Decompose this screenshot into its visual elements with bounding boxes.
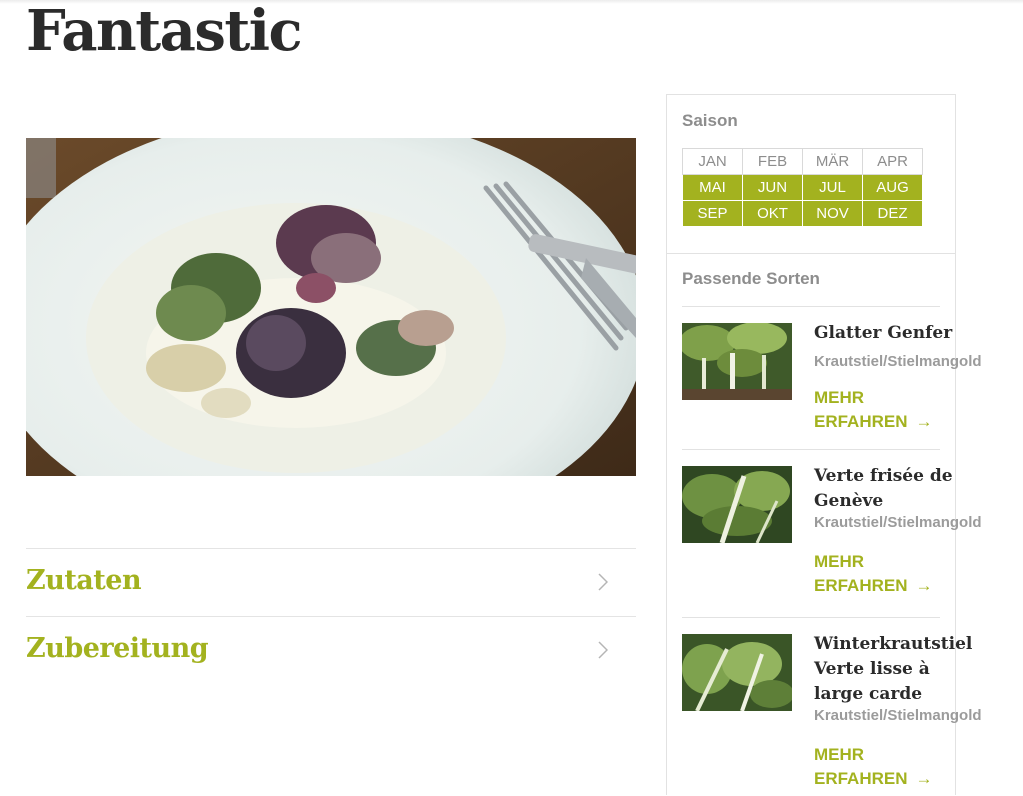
arrow-right-icon: →: [915, 412, 933, 431]
variety-image[interactable]: [682, 323, 792, 400]
more-label-line1: MEHR: [814, 745, 865, 764]
more-label-line1: MEHR: [814, 388, 865, 407]
variety-name[interactable]: Glatter Genfer: [814, 321, 964, 346]
month-cell: SEP: [682, 200, 743, 227]
season-heading: Saison: [682, 111, 738, 130]
month-cell: MÄR: [802, 148, 863, 175]
varieties-heading: Passende Sorten: [682, 269, 820, 288]
variety-type: Krautstiel/Stielmangold: [814, 514, 982, 531]
arrow-right-icon: →: [915, 769, 933, 788]
more-info-link[interactable]: MEHR ERFAHREN →: [814, 550, 933, 598]
more-label-line1: MEHR: [814, 552, 865, 571]
variety-card: Verte frisée de Genève Krautstiel/Stielm…: [682, 449, 982, 618]
recipe-photo: [26, 138, 636, 476]
month-cell: MAI: [682, 174, 743, 201]
month-cell: NOV: [802, 200, 863, 227]
variety-name[interactable]: Winterkrautstiel Verte lisse à large car…: [814, 632, 972, 707]
sidebar-divider: [667, 253, 955, 254]
more-label-line2: ERFAHREN: [814, 412, 908, 431]
month-cell: AUG: [862, 174, 923, 201]
more-info-link[interactable]: MEHR ERFAHREN →: [814, 743, 933, 791]
variety-image[interactable]: [682, 466, 792, 543]
variety-image[interactable]: [682, 634, 792, 711]
accordion-zutaten[interactable]: Zutaten: [26, 548, 636, 617]
chevron-right-icon: [598, 573, 609, 596]
more-label-line2: ERFAHREN: [814, 576, 908, 595]
month-cell: OKT: [742, 200, 803, 227]
accordion-zubereitung[interactable]: Zubereitung: [26, 616, 636, 685]
accordion-label: Zubereitung: [26, 633, 209, 664]
accordion-label: Zutaten: [26, 565, 142, 596]
month-cell: FEB: [742, 148, 803, 175]
arrow-right-icon: →: [915, 576, 933, 595]
variety-card: Winterkrautstiel Verte lisse à large car…: [682, 617, 982, 796]
variety-card: Glatter Genfer Krautstiel/Stielmangold M…: [682, 306, 982, 450]
sidebar: Saison JAN FEB MÄR APR MAI JUN JUL AUG S…: [666, 94, 982, 796]
variety-type: Krautstiel/Stielmangold: [814, 707, 982, 724]
month-cell: DEZ: [862, 200, 923, 227]
month-cell: JAN: [682, 148, 743, 175]
month-cell: APR: [862, 148, 923, 175]
variety-type: Krautstiel/Stielmangold: [814, 353, 982, 370]
more-info-link[interactable]: MEHR ERFAHREN →: [814, 386, 933, 434]
variety-name[interactable]: Verte frisée de Genève: [814, 464, 964, 514]
season-calendar: JAN FEB MÄR APR MAI JUN JUL AUG SEP OKT …: [682, 148, 923, 227]
more-label-line2: ERFAHREN: [814, 769, 908, 788]
month-cell: JUN: [742, 174, 803, 201]
month-cell: JUL: [802, 174, 863, 201]
page-title: Fantastic: [26, 0, 303, 64]
chevron-right-icon: [598, 641, 609, 664]
